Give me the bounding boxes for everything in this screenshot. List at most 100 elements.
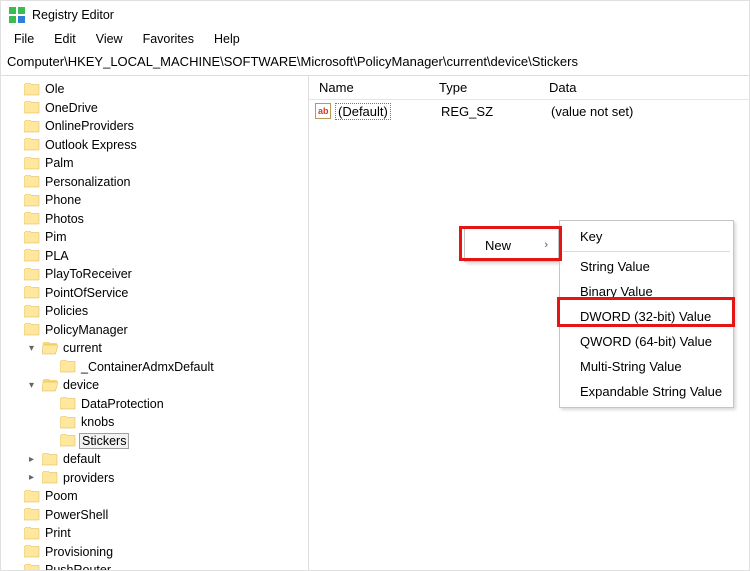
tree-item[interactable]: knobs <box>1 413 308 432</box>
tree-item[interactable]: ▸providers <box>1 469 308 488</box>
tree-item-label: knobs <box>79 415 116 429</box>
menu-view[interactable]: View <box>88 30 131 48</box>
tree-item[interactable]: Personalization <box>1 173 308 192</box>
chevron-right-icon[interactable]: ▸ <box>25 472 38 483</box>
tree-item[interactable]: Print <box>1 524 308 543</box>
tree-item-label: default <box>61 452 103 466</box>
list-header: Name Type Data <box>309 76 749 100</box>
folder-icon <box>23 489 40 503</box>
submenu-multi-string[interactable]: Multi-String Value <box>560 354 733 379</box>
tree-item[interactable]: PlayToReceiver <box>1 265 308 284</box>
folder-icon <box>23 119 40 133</box>
tree-item-label: PowerShell <box>43 508 110 522</box>
tree-item[interactable]: Policies <box>1 302 308 321</box>
context-menu-new-label: New <box>485 238 511 253</box>
submenu-key[interactable]: Key <box>560 224 733 249</box>
tree-item[interactable]: ▾current <box>1 339 308 358</box>
values-pane[interactable]: Name Type Data ab (Default) REG_SZ (valu… <box>309 76 749 570</box>
context-menu: New › <box>464 228 559 262</box>
col-header-data[interactable]: Data <box>539 80 749 95</box>
submenu-expandable-string[interactable]: Expandable String Value <box>560 379 733 404</box>
tree-item-label: OnlineProviders <box>43 119 136 133</box>
tree-item[interactable]: OnlineProviders <box>1 117 308 136</box>
folder-icon <box>23 249 40 263</box>
folder-icon <box>23 323 40 337</box>
string-value-icon: ab <box>315 103 331 119</box>
tree-item[interactable]: PointOfService <box>1 284 308 303</box>
tree-item[interactable]: Photos <box>1 210 308 229</box>
tree-item[interactable]: Stickers <box>1 432 308 451</box>
tree-item-label: Photos <box>43 212 86 226</box>
context-submenu-new: Key String Value Binary Value DWORD (32-… <box>559 220 734 408</box>
chevron-down-icon[interactable]: ▾ <box>25 380 38 391</box>
tree-item[interactable]: Outlook Express <box>1 136 308 155</box>
folder-icon <box>23 138 40 152</box>
tree-item[interactable]: PolicyManager <box>1 321 308 340</box>
chevron-right-icon: › <box>544 239 548 251</box>
tree-item-label: PointOfService <box>43 286 130 300</box>
content-area: Ole OneDrive OnlineProviders Outlook Expres… <box>1 76 749 570</box>
tree-item[interactable]: Phone <box>1 191 308 210</box>
menu-favorites[interactable]: Favorites <box>135 30 202 48</box>
tree-item-label: Palm <box>43 156 75 170</box>
folder-icon <box>41 341 58 355</box>
submenu-binary[interactable]: Binary Value <box>560 279 733 304</box>
menu-edit[interactable]: Edit <box>46 30 84 48</box>
window-title: Registry Editor <box>32 8 114 22</box>
folder-icon <box>23 304 40 318</box>
submenu-qword[interactable]: QWORD (64-bit) Value <box>560 329 733 354</box>
folder-icon <box>23 545 40 559</box>
submenu-string[interactable]: String Value <box>560 254 733 279</box>
tree-item[interactable]: PushRouter <box>1 561 308 570</box>
titlebar: Registry Editor <box>1 1 749 28</box>
tree-item-label: OneDrive <box>43 101 100 115</box>
tree-item-label: device <box>61 378 101 392</box>
tree-item-label: Poom <box>43 489 80 503</box>
col-header-name[interactable]: Name <box>309 80 429 95</box>
tree-item[interactable]: OneDrive <box>1 99 308 118</box>
folder-icon <box>23 286 40 300</box>
tree-item-label: Phone <box>43 193 83 207</box>
tree-item-label: Print <box>43 526 73 540</box>
folder-icon <box>23 101 40 115</box>
tree-item-label: Outlook Express <box>43 138 139 152</box>
tree-item[interactable]: Pim <box>1 228 308 247</box>
tree-item[interactable]: ▸ default <box>1 450 308 469</box>
folder-icon <box>41 452 58 466</box>
registry-editor-window: Registry Editor File Edit View Favorites… <box>0 0 750 571</box>
list-row-default[interactable]: ab (Default) REG_SZ (value not set) <box>309 100 749 122</box>
tree-item[interactable]: PLA <box>1 247 308 266</box>
tree-item-label: Stickers <box>79 433 129 449</box>
value-type: REG_SZ <box>431 104 541 119</box>
tree-item-label: Pim <box>43 230 69 244</box>
app-icon <box>9 7 25 23</box>
tree-item[interactable]: Ole <box>1 80 308 99</box>
tree-item[interactable]: ▾ device <box>1 376 308 395</box>
folder-icon <box>59 434 76 448</box>
tree-item-label: Provisioning <box>43 545 115 559</box>
tree-item[interactable]: Provisioning <box>1 543 308 562</box>
tree-item[interactable]: PowerShell <box>1 506 308 525</box>
submenu-dword[interactable]: DWORD (32-bit) Value <box>560 304 733 329</box>
tree-item-label: PolicyManager <box>43 323 130 337</box>
address-bar[interactable]: Computer\HKEY_LOCAL_MACHINE\SOFTWARE\Mic… <box>1 50 749 76</box>
tree-item[interactable]: _ContainerAdmxDefault <box>1 358 308 377</box>
tree-item[interactable]: Palm <box>1 154 308 173</box>
tree-item[interactable]: DataProtection <box>1 395 308 414</box>
folder-icon <box>23 267 40 281</box>
tree-pane[interactable]: Ole OneDrive OnlineProviders Outlook Expres… <box>1 76 309 570</box>
menubar: File Edit View Favorites Help <box>1 28 749 50</box>
folder-icon <box>59 360 76 374</box>
tree-item-label: Ole <box>43 82 66 96</box>
tree-item-label: PlayToReceiver <box>43 267 134 281</box>
menu-help[interactable]: Help <box>206 30 248 48</box>
menu-file[interactable]: File <box>6 30 42 48</box>
folder-icon <box>23 212 40 226</box>
tree-item[interactable]: Poom <box>1 487 308 506</box>
chevron-down-icon[interactable]: ▾ <box>25 343 38 354</box>
folder-icon <box>59 397 76 411</box>
folder-icon <box>59 415 76 429</box>
context-menu-new[interactable]: New › <box>465 232 558 258</box>
col-header-type[interactable]: Type <box>429 80 539 95</box>
chevron-right-icon[interactable]: ▸ <box>25 454 38 465</box>
